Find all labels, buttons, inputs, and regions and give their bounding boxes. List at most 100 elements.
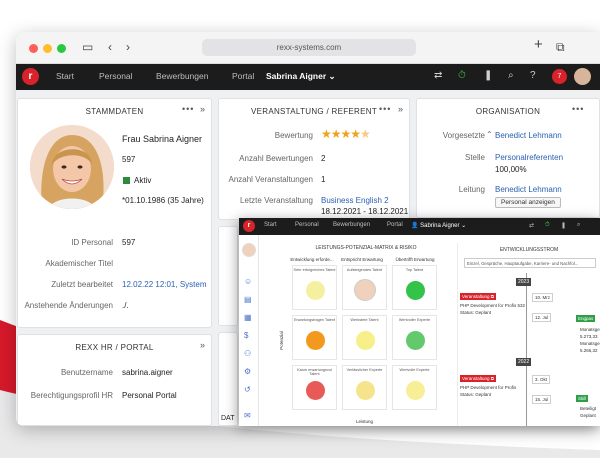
matrix-cell-label: Aufsteigendes Talent: [346, 268, 383, 272]
help-icon[interactable]: ?: [530, 70, 536, 81]
minimize-window-button[interactable]: [43, 44, 52, 53]
veranstaltung-collapse-icon[interactable]: »: [398, 104, 404, 114]
overlay-search-icon[interactable]: ⌕: [577, 222, 580, 229]
field-value-last-edit[interactable]: 12.02.22 12:01, System: [122, 280, 207, 289]
matrix-cell-avatar: [354, 279, 376, 301]
person-icon[interactable]: ☺: [244, 277, 252, 286]
stelle-percentage: 100,00%: [495, 165, 527, 174]
forward-icon[interactable]: ›: [126, 40, 130, 54]
overlay-nav-portal[interactable]: Portal: [387, 222, 403, 228]
matrix-cell[interactable]: Kaum erwartungsvol Talent: [292, 365, 337, 410]
overlay-nav-personal[interactable]: Personal: [295, 222, 319, 228]
browser-toolbar: ▭ ‹ › rexx-systems.com + ⧉: [16, 32, 600, 64]
field-value-last-event[interactable]: Business English 2: [321, 196, 389, 205]
history-icon[interactable]: ↺: [244, 385, 251, 394]
app-navbar: r Start Personal Bewerbungen Portal Sabr…: [16, 64, 600, 90]
event-date-2: 3. Okt: [532, 375, 551, 384]
back-icon[interactable]: ‹: [108, 40, 112, 54]
field-label-event-count: Anzahl Veranstaltungen: [228, 175, 313, 184]
matrix-cell-label: Wertvoller Experte: [398, 318, 431, 322]
field-label-username: Benutzername: [60, 368, 113, 377]
document-icon[interactable]: ▤: [244, 295, 252, 304]
stammdaten-menu-icon[interactable]: •••: [182, 104, 194, 114]
matrix-cell[interactable]: Sehr erfolgreiches Talent: [292, 265, 337, 310]
year-2023: 2023: [516, 278, 532, 286]
overlay-logo[interactable]: r: [243, 220, 255, 232]
field-value-rating-count: 2: [321, 154, 326, 163]
chart-icon[interactable]: ▦: [244, 313, 252, 322]
event-tag-1[interactable]: Veranstaltung ⧉: [460, 293, 496, 300]
user-avatar[interactable]: [574, 68, 591, 85]
matrix-cell[interactable]: Werkstete Talent: [342, 315, 387, 360]
employee-status: Aktiv: [134, 176, 152, 185]
overlay-bookmark-icon[interactable]: ❚: [561, 222, 566, 229]
overlay-nav-start[interactable]: Start: [264, 222, 277, 228]
matrix-cell[interactable]: Verlässlicher Experte: [342, 365, 387, 410]
nav-bewerbungen[interactable]: Bewerbungen: [156, 71, 208, 81]
right-tag-1: Monatsge: [580, 327, 600, 332]
veranstaltung-menu-icon[interactable]: •••: [379, 104, 391, 114]
event-title-2: PHP Development for Profis: [460, 385, 517, 390]
field-label-pending: Anstehende Änderungen: [24, 301, 113, 310]
overlay-swap-icon[interactable]: ⇄: [529, 222, 534, 229]
matrix-cell[interactable]: Wertvoller Experte: [392, 315, 437, 360]
stelle-value[interactable]: Personalreferenten: [495, 153, 563, 162]
rating-label: Bewertung: [274, 131, 313, 140]
chat-icon[interactable]: ✉: [244, 411, 251, 420]
matrix-cell[interactable]: Wertvolle Experte: [392, 365, 437, 410]
personal-anzeigen-button[interactable]: Personal anzeigen: [495, 197, 561, 208]
leitung-value[interactable]: Benedict Lehmann: [495, 185, 562, 194]
overlay-user-menu[interactable]: 👤 Sabrina Aigner ⌄: [411, 222, 466, 229]
vorgesetzte-value[interactable]: Benedict Lehmann: [495, 131, 562, 140]
timeline-filter[interactable]: Einzel, Gespräche, Hauptaufgabe, Karrier…: [464, 258, 596, 268]
nav-portal[interactable]: Portal: [232, 71, 254, 81]
vorgesetzte-label: Vorgesetzte: [442, 131, 485, 140]
overlay-user-name: Sabrina Aigner: [420, 223, 460, 229]
matrix-cell[interactable]: Aufsteigendes Talent: [342, 265, 387, 310]
nav-personal[interactable]: Personal: [99, 71, 133, 81]
event-date-1: 10. Mrz: [532, 293, 554, 302]
sidebar-toggle-icon[interactable]: ▭: [82, 40, 93, 54]
rexx-logo[interactable]: r: [22, 68, 39, 85]
stammdaten-collapse-icon[interactable]: »: [200, 104, 206, 114]
stelle-label: Stelle: [464, 153, 485, 162]
notification-badge[interactable]: 7: [552, 69, 567, 84]
matrix-cell-label: Wertvolle Experte: [399, 368, 430, 372]
timer-icon[interactable]: ⏱: [458, 70, 466, 81]
event-date-1b: 12. Jul: [532, 313, 552, 322]
event-tag-2[interactable]: Veranstaltung ⧉: [460, 375, 496, 382]
sort-icon[interactable]: ⌃: [486, 130, 493, 139]
close-window-button[interactable]: [29, 44, 38, 53]
nav-user-menu[interactable]: Sabrina Aigner ⌄: [266, 71, 336, 82]
overlay-nav-bewerbungen[interactable]: Bewerbungen: [333, 222, 370, 228]
matrix-cell[interactable]: Top Talent: [392, 265, 437, 310]
status-active-indicator: [123, 177, 130, 184]
organisation-menu-icon[interactable]: •••: [572, 104, 584, 114]
overlay-avatar: [242, 243, 256, 257]
matrix-cell-indicator: [356, 331, 375, 350]
overlay-timer-icon[interactable]: ⏱: [545, 222, 550, 229]
matrix-cell-indicator: [406, 281, 425, 300]
team-icon[interactable]: ⚇: [244, 349, 251, 358]
matrix-cell-label: Verlässlicher Experte: [346, 368, 383, 372]
address-bar[interactable]: rexx-systems.com: [202, 39, 416, 56]
money-icon[interactable]: $: [244, 331, 248, 340]
nav-start[interactable]: Start: [56, 71, 74, 81]
new-tab-icon[interactable]: +: [534, 37, 543, 52]
matrix-cell-indicator: [356, 381, 375, 400]
employee-number: 597: [122, 155, 136, 164]
field-label-rating-count: Anzahl Bewertungen: [239, 154, 313, 163]
bookmark-icon[interactable]: ❚: [484, 70, 492, 81]
right-tag-4: 5.266,32: [580, 348, 598, 353]
profile-photo: [30, 125, 114, 209]
field-label-id: ID Personal: [71, 238, 113, 247]
portal-title: REXX HR / PORTAL: [75, 343, 154, 352]
search-icon[interactable]: ⌕: [508, 70, 514, 81]
tabs-overview-icon[interactable]: ⧉: [556, 40, 565, 54]
matrix-cell-indicator: [406, 331, 425, 350]
portal-collapse-icon[interactable]: »: [200, 340, 206, 350]
swap-icon[interactable]: ⇄: [434, 70, 442, 81]
maximize-window-button[interactable]: [57, 44, 66, 53]
settings-icon[interactable]: ⚙: [244, 367, 251, 376]
matrix-cell[interactable]: Erwartungstragen Talent: [292, 315, 337, 360]
